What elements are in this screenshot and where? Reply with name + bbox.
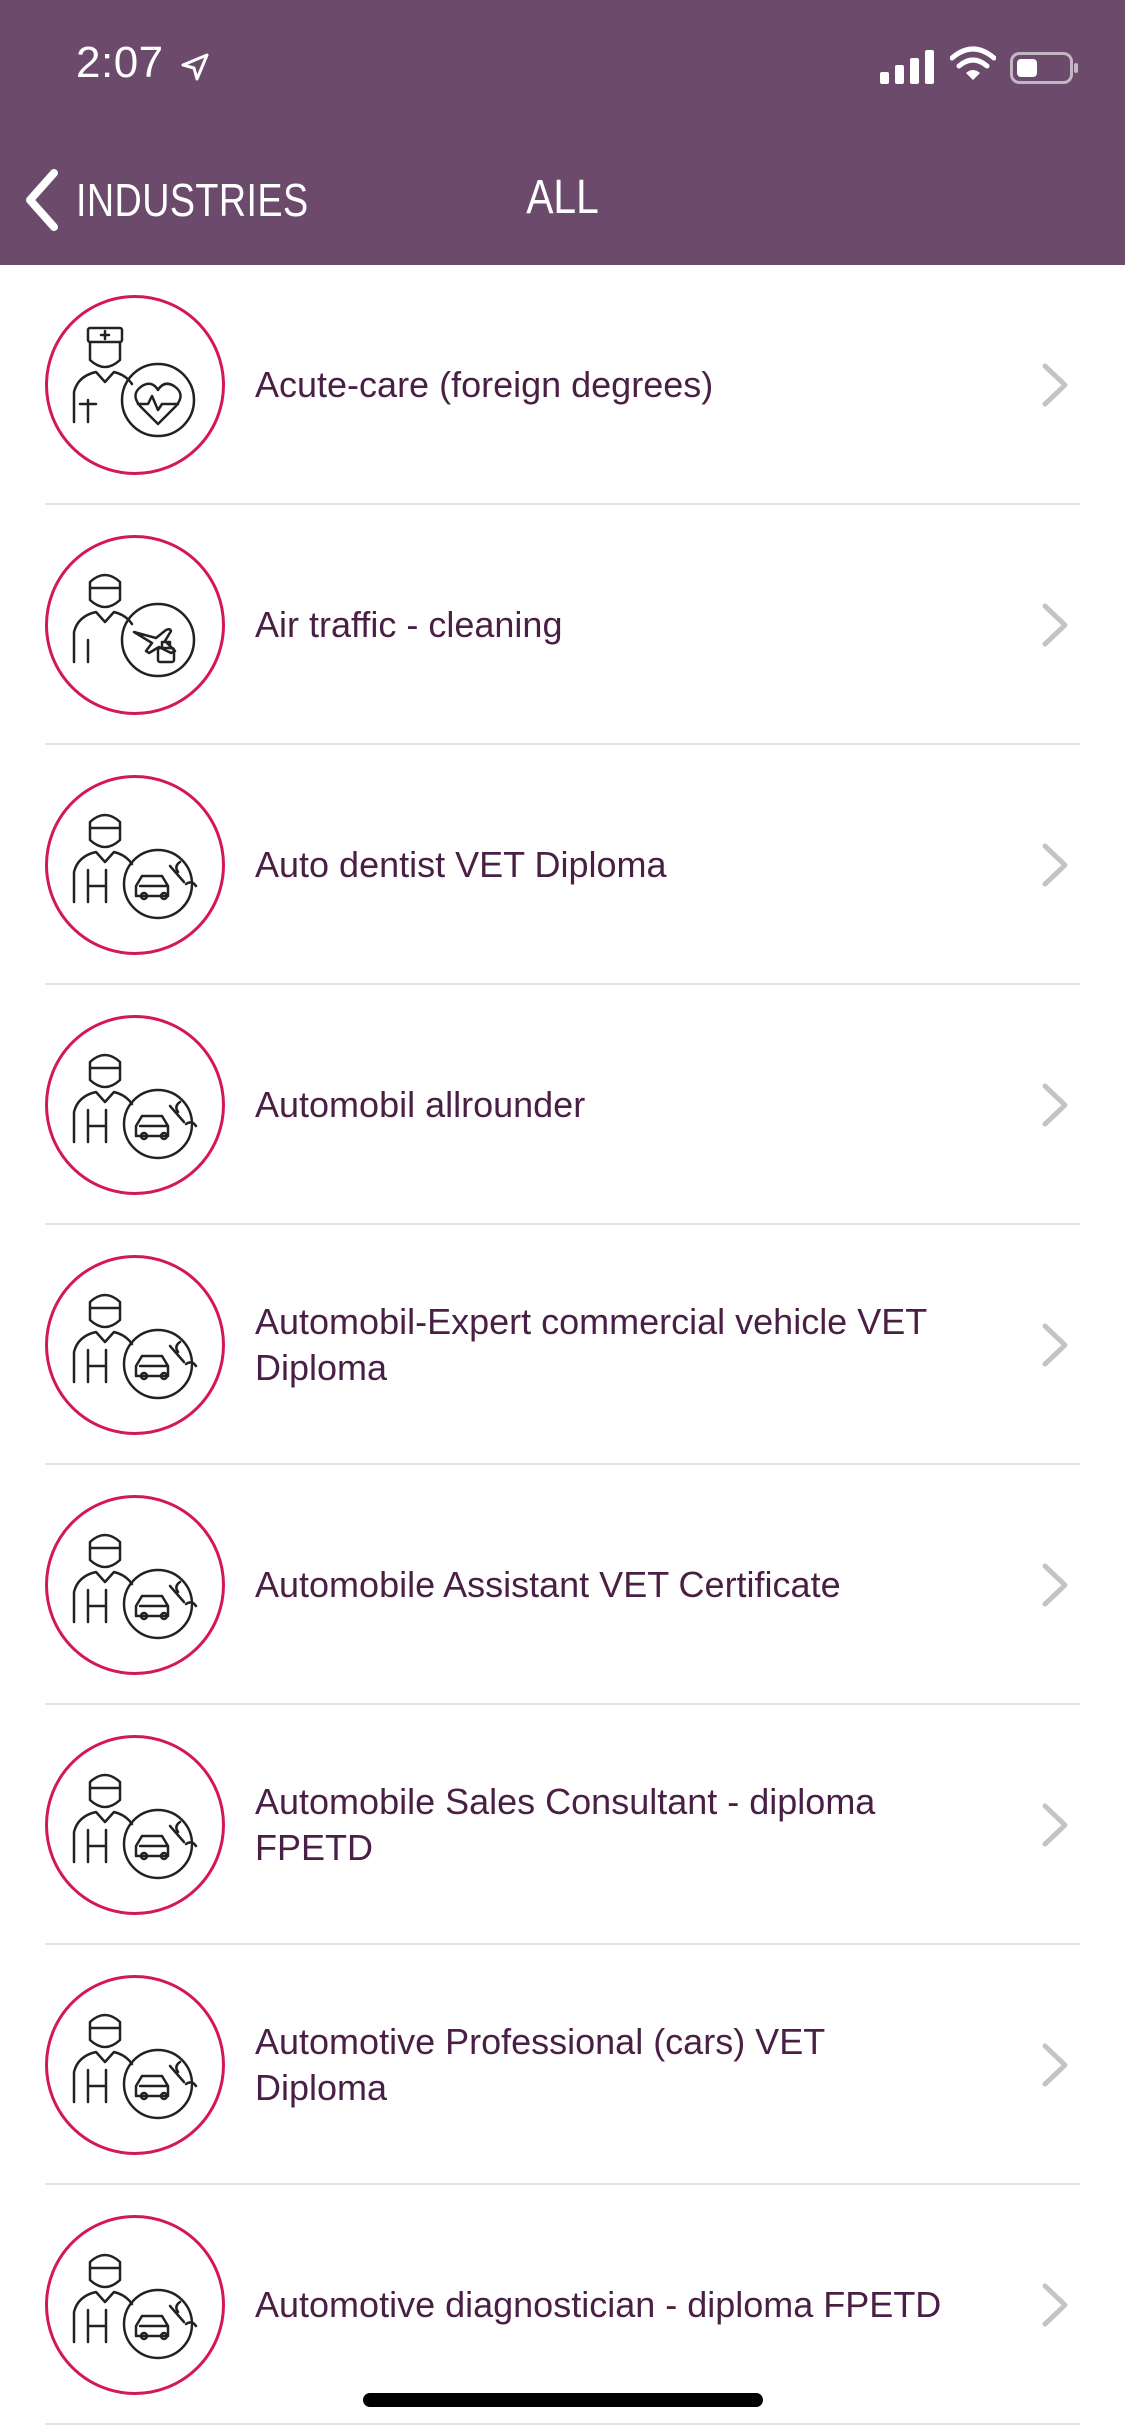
list-item[interactable]: Automotive diagnostician - diploma FPETD (0, 2185, 1125, 2425)
chevron-right-icon (1042, 843, 1068, 887)
battery-icon (1010, 52, 1078, 84)
status-bar: 2:07 (0, 0, 1125, 140)
location-arrow-icon (181, 53, 209, 81)
list-item-label: Automobil allrounder (255, 1084, 586, 1125)
cellular-signal-icon (880, 50, 934, 84)
mechanic-car-icon (45, 1495, 225, 1675)
list-item[interactable]: Air traffic - cleaning (0, 505, 1125, 745)
wifi-icon (950, 46, 996, 80)
home-indicator[interactable] (363, 2393, 763, 2407)
list-item[interactable]: Auto dentist VET Diploma (0, 745, 1125, 985)
list-item[interactable]: Automobil allrounder (0, 985, 1125, 1225)
list-item-label: Automobile Assistant VET Certificate (255, 1564, 841, 1605)
list-item-label: Air traffic - cleaning (255, 604, 563, 645)
mechanic-car-icon (45, 1975, 225, 2155)
mechanic-car-icon (45, 2215, 225, 2395)
mechanic-car-icon (45, 1255, 225, 1435)
list-item[interactable]: Automobile Assistant VET Certificate (0, 1465, 1125, 1705)
list-item-label: Automobile Sales Consultant - diploma FP… (255, 1781, 876, 1868)
chevron-right-icon (1042, 2283, 1068, 2327)
list-item-label: Automobil-Expert commercial vehicle VET … (255, 1301, 927, 1388)
list-item[interactable]: Automotive Professional (cars) VET Diplo… (0, 1945, 1125, 2185)
chevron-right-icon (1042, 1323, 1068, 1367)
nurse-heart-icon (45, 295, 225, 475)
status-time: 2:07 (76, 38, 164, 87)
header: 2:07 INDUSTRIES ALL (0, 0, 1125, 265)
chevron-right-icon (1042, 2043, 1068, 2087)
list-item-label: Acute-care (foreign degrees) (255, 364, 714, 405)
page-title: ALL (526, 171, 599, 224)
list-item[interactable]: Automobil-Expert commercial vehicle VET … (0, 1225, 1125, 1465)
cleaner-plane-icon (45, 535, 225, 715)
mechanic-car-icon (45, 1735, 225, 1915)
list-item[interactable]: Automobile Sales Consultant - diploma FP… (0, 1705, 1125, 1945)
industry-list: Acute-care (foreign degrees) Air traffic… (0, 265, 1125, 2425)
list-item-label: Automotive diagnostician - diploma FPETD (255, 2284, 942, 2325)
list-item-label: Auto dentist VET Diploma (255, 844, 667, 885)
navigation-bar: INDUSTRIES ALL (0, 140, 1125, 265)
mechanic-car-icon (45, 1015, 225, 1195)
list-item[interactable]: Acute-care (foreign degrees) (0, 265, 1125, 505)
chevron-right-icon (1042, 1083, 1068, 1127)
chevron-right-icon (1042, 1803, 1068, 1847)
chevron-right-icon (1042, 363, 1068, 407)
chevron-right-icon (1042, 603, 1068, 647)
list-item-label: Automotive Professional (cars) VET Diplo… (255, 2021, 825, 2108)
mechanic-car-icon (45, 775, 225, 955)
chevron-left-icon (26, 169, 58, 231)
chevron-right-icon (1042, 1563, 1068, 1607)
